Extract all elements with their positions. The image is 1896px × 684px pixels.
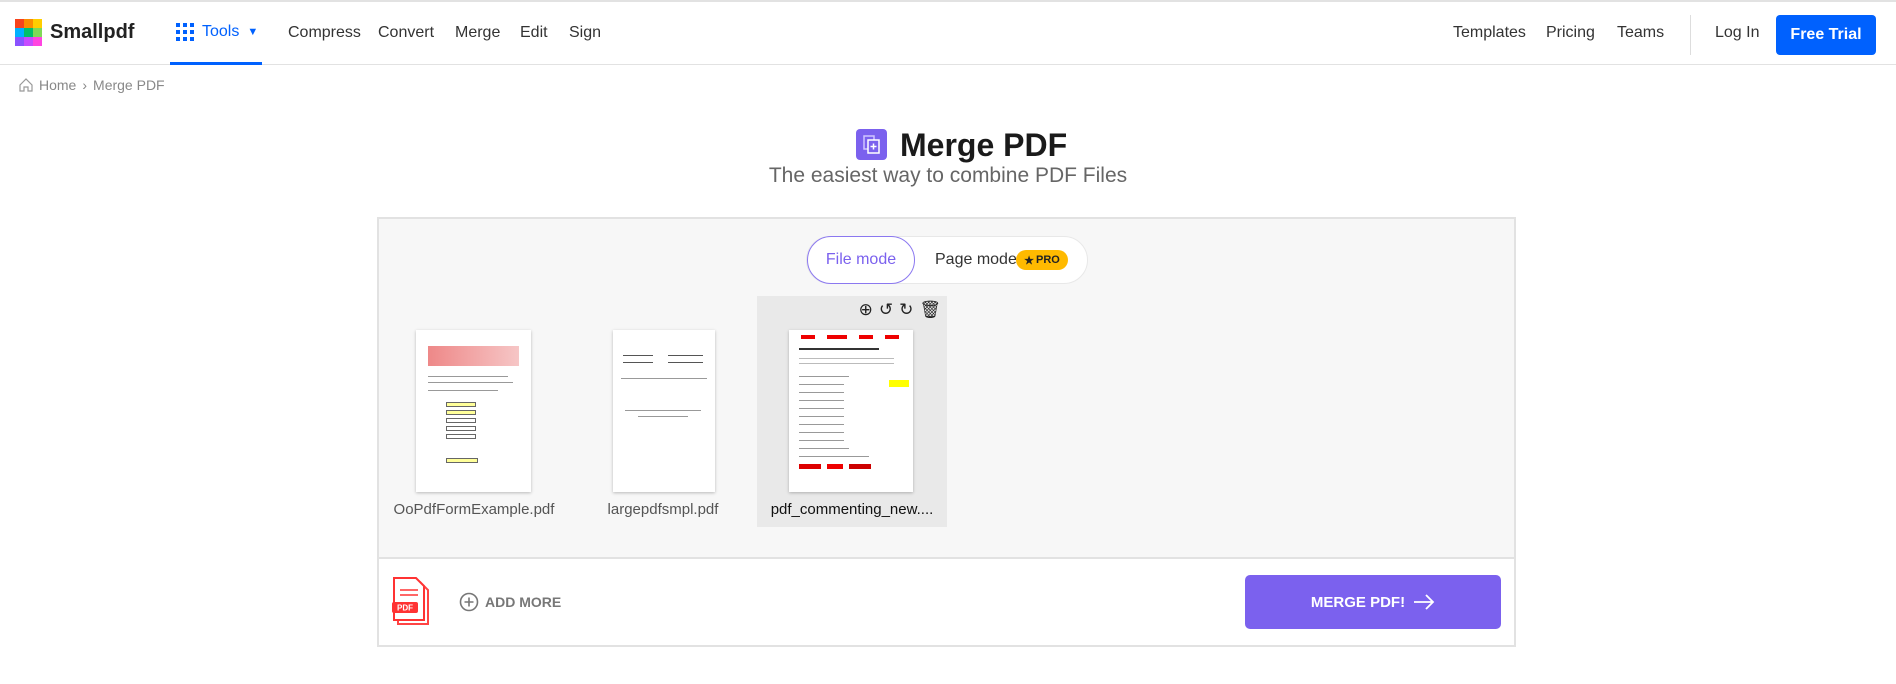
nav-merge[interactable]: Merge — [455, 24, 500, 42]
file-thumbnail — [613, 330, 715, 492]
zoom-in-icon[interactable]: ⊕ — [859, 300, 873, 320]
nav-divider — [1690, 15, 1691, 55]
file-name: largepdfsmpl.pdf — [607, 501, 719, 518]
nav-pricing[interactable]: Pricing — [1546, 24, 1595, 42]
svg-text:PDF: PDF — [397, 604, 413, 613]
file-area: File mode Page mode ★ PRO OoPdfFormExampl… — [379, 219, 1514, 559]
home-icon — [19, 78, 33, 92]
add-more-button[interactable]: ADD MORE — [459, 592, 561, 612]
file-name: OoPdfFormExample.pdf — [393, 501, 555, 518]
logo-icon — [15, 19, 42, 46]
top-nav: Smallpdf Tools ▼ Compress Convert Merge … — [0, 0, 1896, 65]
pro-label: PRO — [1036, 254, 1060, 266]
rotate-right-icon[interactable]: ↻ — [899, 300, 913, 320]
nav-sign[interactable]: Sign — [569, 24, 601, 42]
pro-badge: ★ PRO — [1016, 250, 1068, 270]
file-name: pdf_commenting_new.... — [770, 501, 934, 518]
smallpdf-logo[interactable]: Smallpdf — [15, 19, 134, 46]
nav-teams[interactable]: Teams — [1617, 24, 1664, 42]
brand-name: Smallpdf — [50, 21, 135, 43]
mode-toggle: File mode Page mode ★ PRO — [806, 236, 1088, 284]
file-actions: ⊕ ↺ ↻ 🗑 — [859, 300, 941, 320]
nav-convert[interactable]: Convert — [378, 24, 434, 42]
free-trial-button[interactable]: Free Trial — [1776, 15, 1876, 55]
tools-label: Tools — [202, 23, 240, 40]
merge-pdf-button[interactable]: MERGE PDF! — [1245, 575, 1501, 629]
merge-files-icon — [856, 129, 887, 160]
caret-down-icon: ▼ — [247, 26, 259, 38]
arrow-right-icon — [1414, 594, 1435, 610]
rotate-left-icon[interactable]: ↺ — [879, 300, 893, 320]
trash-icon[interactable]: 🗑 — [919, 300, 941, 320]
page-title: Merge PDF — [900, 127, 1068, 163]
page-subtitle: The easiest way to combine PDF Files — [768, 164, 1128, 187]
file-thumbnail — [789, 330, 913, 492]
file-card[interactable]: OoPdfFormExample.pdf — [379, 296, 569, 527]
file-thumbnail — [416, 330, 531, 492]
plus-circle-icon — [459, 592, 479, 612]
add-more-label: ADD MORE — [485, 594, 562, 610]
file-mode-button[interactable]: File mode — [807, 236, 915, 284]
breadcrumb-current: Merge PDF — [93, 77, 165, 93]
tools-menu[interactable]: Tools ▼ — [170, 2, 262, 65]
merge-workspace: File mode Page mode ★ PRO OoPdfFormExampl… — [377, 217, 1516, 647]
star-icon: ★ — [1024, 254, 1035, 267]
nav-edit[interactable]: Edit — [520, 24, 548, 42]
page-mode-button[interactable]: Page mode — [935, 251, 1017, 269]
grid-icon — [176, 23, 194, 41]
nav-compress[interactable]: Compress — [288, 24, 361, 42]
file-card-selected[interactable]: ⊕ ↺ ↻ 🗑 pdf_commenting_new.... — [757, 296, 947, 527]
login-link[interactable]: Log In — [1715, 24, 1759, 42]
breadcrumb: Home › Merge PDF — [19, 77, 165, 93]
pdf-files-icon: PDF — [392, 576, 434, 633]
breadcrumb-home[interactable]: Home — [39, 77, 76, 93]
nav-templates[interactable]: Templates — [1453, 24, 1526, 42]
merge-pdf-label: MERGE PDF! — [1310, 593, 1406, 611]
breadcrumb-separator: › — [82, 77, 88, 93]
file-card[interactable]: largepdfsmpl.pdf — [568, 296, 758, 527]
